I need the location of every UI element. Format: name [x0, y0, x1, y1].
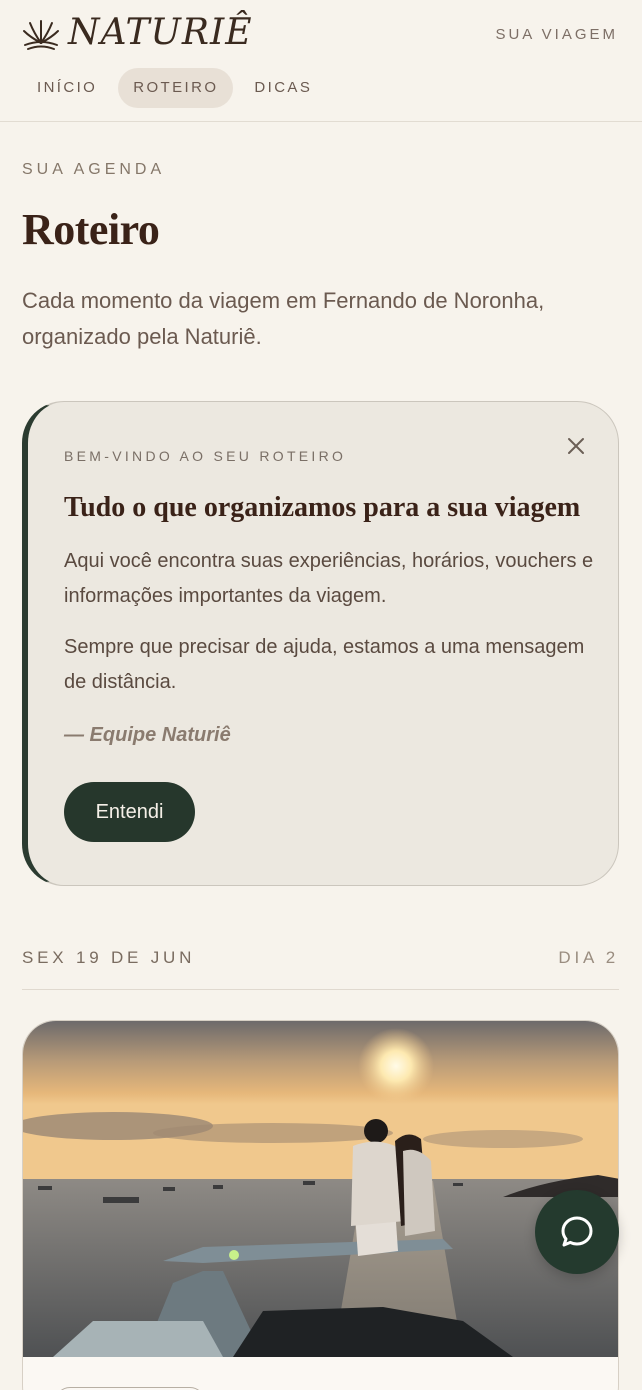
welcome-title: Tudo o que organizamos para a sua viagem: [64, 492, 581, 523]
brand-logo[interactable]: NATURIÊ: [22, 12, 253, 53]
chat-button[interactable]: [535, 1190, 619, 1274]
brand-name: NATURIÊ: [68, 12, 253, 53]
welcome-eyebrow: BEM-VINDO AO SEU ROTEIRO: [64, 448, 347, 464]
day-header: SEX 19 DE JUN DIA 2: [22, 946, 619, 990]
sun-leaf-logo-icon: [23, 19, 59, 50]
welcome-card: BEM-VINDO AO SEU ROTEIRO Tudo o que orga…: [22, 401, 619, 886]
day-number: DIA 2: [558, 948, 619, 967]
close-icon[interactable]: [564, 434, 588, 458]
day-date: SEX 19 DE JUN: [22, 948, 196, 967]
page-subtitle: Cada momento da viagem em Fernando de No…: [22, 288, 545, 349]
welcome-signature: — Equipe Naturiê: [64, 724, 231, 746]
chat-bubble-icon: [561, 1216, 593, 1247]
tab-roteiro[interactable]: ROTEIRO: [118, 68, 234, 108]
sunset-photo: [23, 1021, 618, 1357]
trip-link[interactable]: SUA VIAGEM: [495, 26, 618, 43]
site-header: NATURIÊ SUA VIAGEM INÍCIO ROTEIRO DICAS: [0, 0, 642, 122]
welcome-paragraph-1: Aqui você encontra suas experiências, ho…: [64, 550, 594, 607]
welcome-paragraph-2: Sempre que precisar de ajuda, estamos a …: [64, 636, 585, 693]
main-nav: INÍCIO ROTEIRO DICAS: [22, 68, 327, 108]
page-title: Roteiro: [22, 205, 160, 254]
entendi-button[interactable]: Entendi: [64, 782, 195, 842]
tab-inicio[interactable]: INÍCIO: [22, 68, 112, 108]
page-eyebrow: SUA AGENDA: [22, 161, 166, 178]
experience-card[interactable]: [22, 1020, 619, 1390]
tab-dicas[interactable]: DICAS: [239, 68, 327, 108]
